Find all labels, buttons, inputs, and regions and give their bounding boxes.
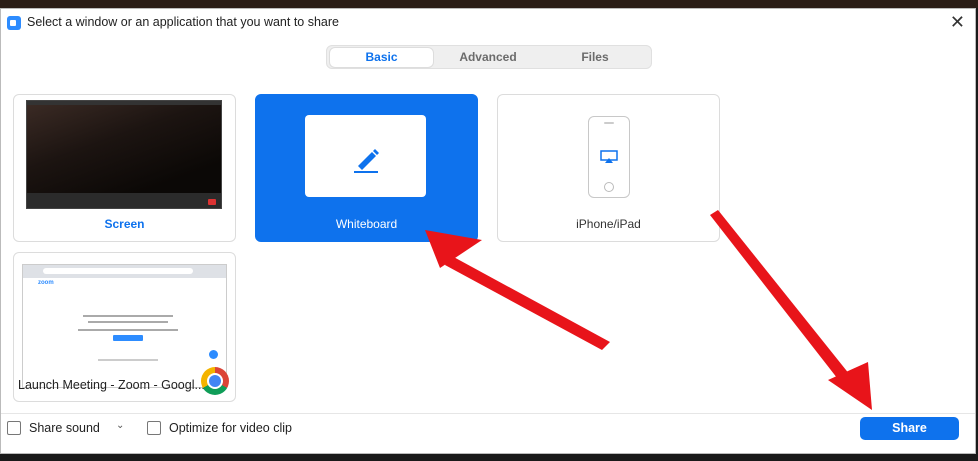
dialog-title: Select a window or an application that y… [27, 15, 339, 29]
chevron-down-icon[interactable]: ⌄ [116, 420, 124, 431]
pen-icon [354, 149, 379, 173]
tab-advanced[interactable]: Advanced [437, 48, 539, 67]
tab-basic[interactable]: Basic [330, 48, 433, 67]
source-label-iphone: iPhone/iPad [576, 217, 641, 231]
source-card-browser[interactable]: zoom Launch Meeting - Zoom - Googl... [13, 252, 236, 402]
phone-graphic [588, 116, 630, 198]
source-label-browser: Launch Meeting - Zoom - Googl... [18, 378, 205, 392]
tab-files[interactable]: Files [543, 48, 647, 67]
source-label-whiteboard: Whiteboard [335, 217, 398, 231]
tab-bar: Basic Advanced Files [326, 45, 652, 69]
footer-divider [1, 413, 975, 414]
source-card-iphone[interactable]: iPhone/iPad [497, 94, 720, 242]
close-icon[interactable]: ✕ [950, 12, 965, 33]
screen-thumbnail [26, 100, 222, 209]
source-label-screen: Screen [104, 217, 145, 231]
share-sound-label: Share sound [29, 421, 100, 435]
zoom-logo-icon [7, 16, 21, 30]
share-sound-checkbox[interactable] [7, 421, 21, 435]
browser-thumbnail: zoom [22, 264, 227, 388]
chrome-icon [201, 367, 229, 395]
plus-icon [209, 350, 218, 359]
optimize-video-checkbox[interactable] [147, 421, 161, 435]
share-dialog: Select a window or an application that y… [0, 8, 976, 454]
airplay-icon [600, 150, 618, 163]
source-card-screen[interactable]: Screen [13, 94, 236, 242]
background-strip [0, 0, 978, 8]
whiteboard-preview [305, 115, 426, 197]
title-bar: Select a window or an application that y… [1, 9, 975, 37]
source-card-whiteboard[interactable]: Whiteboard [255, 94, 478, 242]
optimize-video-label: Optimize for video clip [169, 421, 292, 435]
share-button[interactable]: Share [860, 417, 959, 440]
